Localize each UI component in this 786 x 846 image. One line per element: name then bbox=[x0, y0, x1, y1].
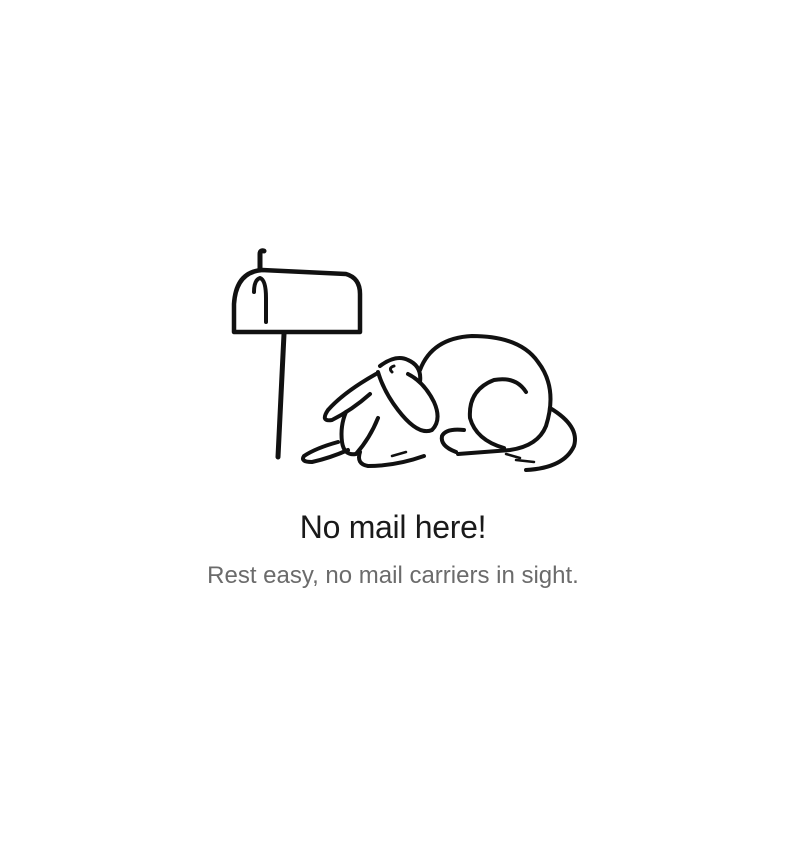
sleeping-dog-icon bbox=[301, 334, 577, 472]
empty-state-subtitle: Rest easy, no mail carriers in sight. bbox=[207, 562, 579, 589]
empty-state-title: No mail here! bbox=[299, 509, 487, 545]
empty-state: No mail here! Rest easy, no mail carrier… bbox=[0, 0, 786, 846]
mailbox-with-sleeping-dog-icon bbox=[220, 242, 585, 482]
